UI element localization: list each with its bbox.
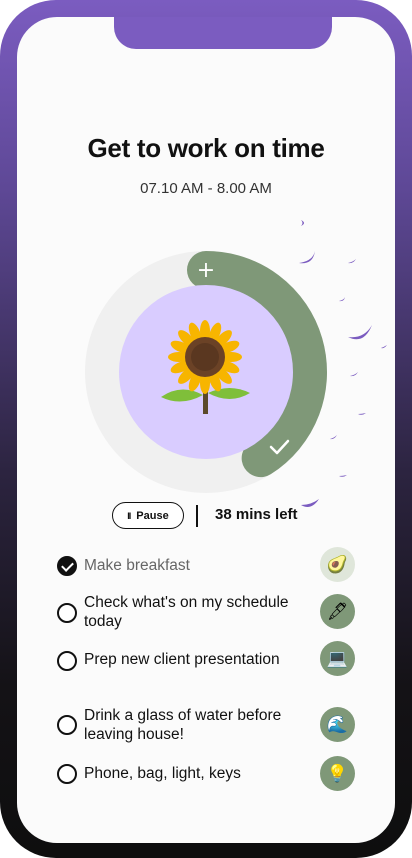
- phone-frame: Get to work on time 07.10 AM - 8.00 AM +…: [0, 0, 412, 858]
- divider: [196, 505, 198, 527]
- moon-icon: [348, 325, 372, 340]
- task-checkbox[interactable]: [57, 651, 77, 671]
- moon-icon: [330, 435, 337, 440]
- avocado-icon: 🥑: [320, 547, 355, 582]
- task-checkbox[interactable]: [57, 764, 77, 784]
- task-checkbox[interactable]: [57, 556, 77, 576]
- add-time-icon[interactable]: +: [197, 258, 215, 283]
- phone-notch: [114, 17, 332, 49]
- moon-icon: [348, 259, 356, 264]
- pause-label: Pause: [136, 509, 169, 522]
- progress-dial: +: [85, 220, 387, 507]
- task-label: Phone, bag, light, keys: [84, 765, 241, 782]
- task-checkbox[interactable]: [57, 715, 77, 735]
- light-bulb-icon: 💡: [320, 756, 355, 791]
- water-wave-icon: 🌊: [320, 707, 355, 742]
- task-checkbox[interactable]: [57, 603, 77, 623]
- time-left: 38 mins left: [215, 506, 298, 523]
- task-label: Check what's on my schedule today: [84, 594, 289, 630]
- task-label: Drink a glass of water before leaving ho…: [84, 707, 282, 743]
- moon-icon: [339, 297, 345, 302]
- app-screen: Get to work on time 07.10 AM - 8.00 AM +…: [17, 17, 395, 843]
- pause-button[interactable]: II Pause: [112, 502, 184, 529]
- page-title: Get to work on time: [87, 133, 325, 163]
- task-label: Make breakfast: [84, 557, 190, 574]
- task-label: Prep new client presentation: [84, 651, 280, 668]
- timer-controls: II Pause 38 mins left: [17, 502, 395, 530]
- pen-icon: 🖋: [320, 594, 355, 629]
- laptop-icon: 💻: [320, 641, 355, 676]
- moon-icon: [358, 413, 366, 415]
- moon-icon: [299, 251, 315, 264]
- pause-icon: II: [127, 510, 131, 521]
- moon-icon: [301, 220, 304, 226]
- time-range: 07.10 AM - 8.00 AM: [140, 180, 272, 197]
- moon-icon: [350, 372, 358, 377]
- moon-icon: [339, 475, 347, 477]
- moon-icon: [381, 345, 387, 349]
